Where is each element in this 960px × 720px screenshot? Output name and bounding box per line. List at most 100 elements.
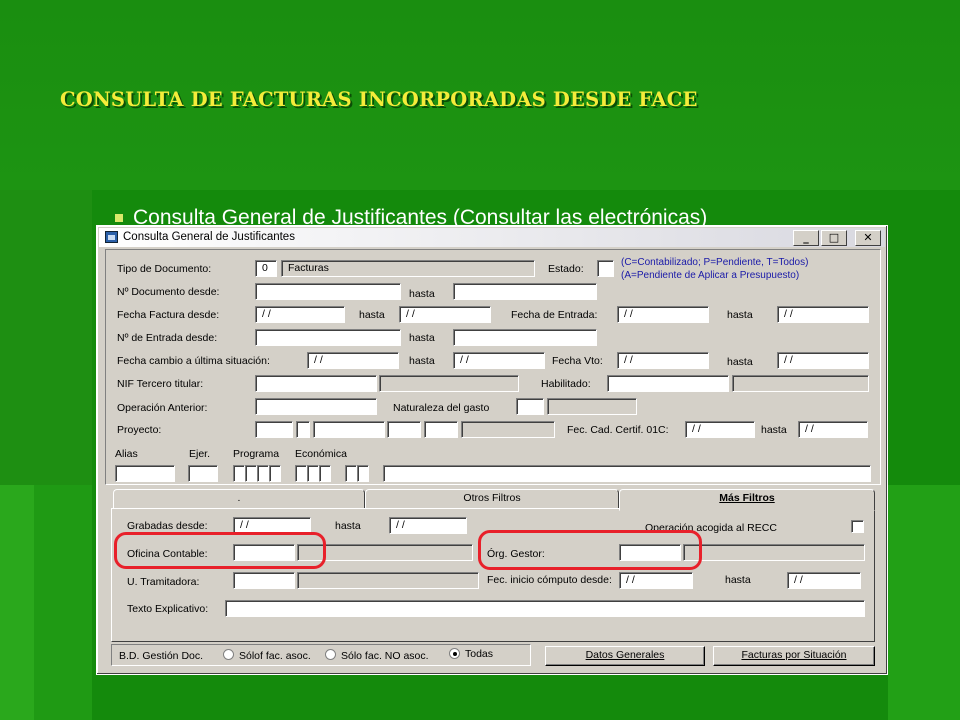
operacion-recc-checkbox[interactable] bbox=[851, 520, 864, 533]
tab-mas-filtros[interactable]: Más Filtros bbox=[619, 489, 875, 511]
org-gestor-description bbox=[683, 544, 865, 561]
num-entrada-desde-input[interactable] bbox=[255, 329, 401, 346]
window-title: Consulta General de Justificantes bbox=[123, 231, 295, 243]
grabadas-hasta-label: hasta bbox=[335, 520, 361, 532]
tab-dot[interactable]: . bbox=[113, 489, 365, 509]
proyecto-input-2[interactable] bbox=[296, 421, 310, 438]
facturas-por-situacion-button-label: Facturas por Situación bbox=[741, 649, 847, 661]
grabadas-desde-label: Grabadas desde: bbox=[127, 520, 208, 532]
tipo-documento-code-input[interactable]: 0 bbox=[255, 260, 277, 277]
radio-solo-fac-asoc[interactable] bbox=[223, 649, 234, 660]
proyecto-description bbox=[461, 421, 555, 438]
programa-input-3[interactable] bbox=[257, 465, 269, 482]
close-button[interactable]: ✕ bbox=[855, 230, 881, 246]
economica-input-3[interactable] bbox=[319, 465, 331, 482]
num-documento-desde-label: Nº Documento desde: bbox=[117, 286, 220, 298]
fecha-cambio-label: Fecha cambio a última situación: bbox=[117, 355, 270, 367]
fec-inicio-computo-hasta-input[interactable]: / / bbox=[787, 572, 861, 589]
datos-generales-button[interactable]: Datos Generales bbox=[545, 646, 705, 666]
highlight-oficina-contable bbox=[114, 532, 326, 569]
programa-input-2[interactable] bbox=[245, 465, 257, 482]
slide-title: CONSULTA DE FACTURAS INCORPORADAS DESDE … bbox=[60, 88, 698, 111]
fecha-vto-hasta-label: hasta bbox=[727, 356, 753, 368]
economica-input-2[interactable] bbox=[307, 465, 319, 482]
estado-hint-line1: (C=Contabilizado; P=Pendiente, T=Todos) bbox=[621, 257, 809, 268]
texto-explicativo-input[interactable] bbox=[225, 600, 865, 617]
num-documento-desde-input[interactable] bbox=[255, 283, 401, 300]
u-tramitadora-label: U. Tramitadora: bbox=[127, 576, 200, 588]
radio-solo-fac-no-asoc[interactable] bbox=[325, 649, 336, 660]
fecha-entrada-hasta-label: hasta bbox=[727, 309, 753, 321]
radio-todas[interactable] bbox=[449, 648, 460, 659]
economica-input-5[interactable] bbox=[357, 465, 369, 482]
naturaleza-gasto-label: Naturaleza del gasto bbox=[393, 402, 490, 414]
u-tramitadora-description bbox=[297, 572, 479, 589]
u-tramitadora-input[interactable] bbox=[233, 572, 295, 589]
fecha-vto-desde-input[interactable]: / / bbox=[617, 352, 709, 369]
estado-label: Estado: bbox=[548, 263, 584, 275]
fecha-entrada-label: Fecha de Entrada: bbox=[511, 309, 598, 321]
fecha-factura-desde-input[interactable]: / / bbox=[255, 306, 345, 323]
fecha-entrada-hasta-input[interactable]: / / bbox=[777, 306, 869, 323]
fecha-vto-hasta-input[interactable]: / / bbox=[777, 352, 869, 369]
habilitado-label: Habilitado: bbox=[541, 378, 591, 390]
estado-input[interactable] bbox=[597, 260, 614, 277]
nif-tercero-input[interactable] bbox=[255, 375, 377, 392]
programa-input-4[interactable] bbox=[269, 465, 281, 482]
habilitado-input[interactable] bbox=[607, 375, 729, 392]
num-documento-hasta-input[interactable] bbox=[453, 283, 597, 300]
proyecto-input-1[interactable] bbox=[255, 421, 293, 438]
maximize-button[interactable]: □ bbox=[821, 230, 847, 246]
app-icon bbox=[105, 231, 118, 243]
aplicacion-description bbox=[383, 465, 871, 482]
slide-background-left-inner bbox=[34, 485, 92, 720]
alias-label: Alias bbox=[115, 448, 138, 460]
fecha-cambio-hasta-input[interactable]: / / bbox=[453, 352, 545, 369]
ejer-label: Ejer. bbox=[189, 448, 211, 460]
texto-explicativo-label: Texto Explicativo: bbox=[127, 603, 209, 615]
programa-input-1[interactable] bbox=[233, 465, 245, 482]
economica-input-1[interactable] bbox=[295, 465, 307, 482]
tab-mas-filtros-label: Más Filtros bbox=[719, 492, 775, 504]
fec-inicio-computo-desde-input[interactable]: / / bbox=[619, 572, 693, 589]
minimize-button[interactable]: _ bbox=[793, 230, 819, 246]
fecha-entrada-desde-input[interactable]: / / bbox=[617, 306, 709, 323]
tipo-documento-label: Tipo de Documento: bbox=[117, 263, 212, 275]
habilitado-name bbox=[732, 375, 869, 392]
fecha-cambio-hasta-label: hasta bbox=[409, 355, 435, 367]
fec-cad-certif-desde-input[interactable]: / / bbox=[685, 421, 755, 438]
highlight-org-gestor bbox=[478, 530, 702, 570]
facturas-por-situacion-button[interactable]: Facturas por Situación bbox=[713, 646, 875, 666]
fecha-factura-desde-label: Fecha Factura desde: bbox=[117, 309, 220, 321]
grabadas-hasta-input[interactable]: / / bbox=[389, 517, 467, 534]
naturaleza-gasto-input[interactable] bbox=[516, 398, 544, 415]
proyecto-input-3[interactable] bbox=[313, 421, 385, 438]
economica-input-4[interactable] bbox=[345, 465, 357, 482]
ejer-input[interactable] bbox=[188, 465, 218, 482]
proyecto-input-4[interactable] bbox=[387, 421, 421, 438]
fecha-factura-hasta-input[interactable]: / / bbox=[399, 306, 491, 323]
num-documento-hasta-label: hasta bbox=[409, 288, 435, 300]
operacion-anterior-input[interactable] bbox=[255, 398, 377, 415]
consulta-window: Consulta General de Justificantes _ □ ✕ … bbox=[96, 225, 888, 675]
radio-solo-fac-asoc-label: Sólof fac. asoc. bbox=[239, 650, 311, 662]
radio-todas-label: Todas bbox=[465, 648, 494, 660]
economica-label: Económica bbox=[295, 448, 347, 460]
slide-background-right bbox=[888, 485, 960, 720]
num-entrada-hasta-label: hasta bbox=[409, 332, 435, 344]
fecha-vto-label: Fecha Vto: bbox=[552, 355, 603, 367]
bullet-square-icon bbox=[115, 214, 123, 223]
tab-otros-filtros[interactable]: Otros Filtros bbox=[365, 489, 619, 509]
alias-input[interactable] bbox=[115, 465, 175, 482]
fec-cad-certif-hasta-input[interactable]: / / bbox=[798, 421, 868, 438]
tipo-documento-description: Facturas bbox=[281, 260, 535, 277]
num-entrada-hasta-input[interactable] bbox=[453, 329, 597, 346]
nif-tercero-name bbox=[379, 375, 519, 392]
window-titlebar[interactable]: Consulta General de Justificantes _ □ ✕ bbox=[99, 228, 885, 247]
fec-inicio-computo-label: Fec. inicio cómputo desde: bbox=[487, 574, 612, 586]
fecha-cambio-desde-input[interactable]: / / bbox=[307, 352, 399, 369]
fec-cad-certif-hasta-label: hasta bbox=[761, 424, 787, 436]
datos-generales-button-label: Datos Generales bbox=[585, 649, 665, 661]
proyecto-input-5[interactable] bbox=[424, 421, 458, 438]
fec-inicio-computo-hasta-label: hasta bbox=[725, 574, 751, 586]
